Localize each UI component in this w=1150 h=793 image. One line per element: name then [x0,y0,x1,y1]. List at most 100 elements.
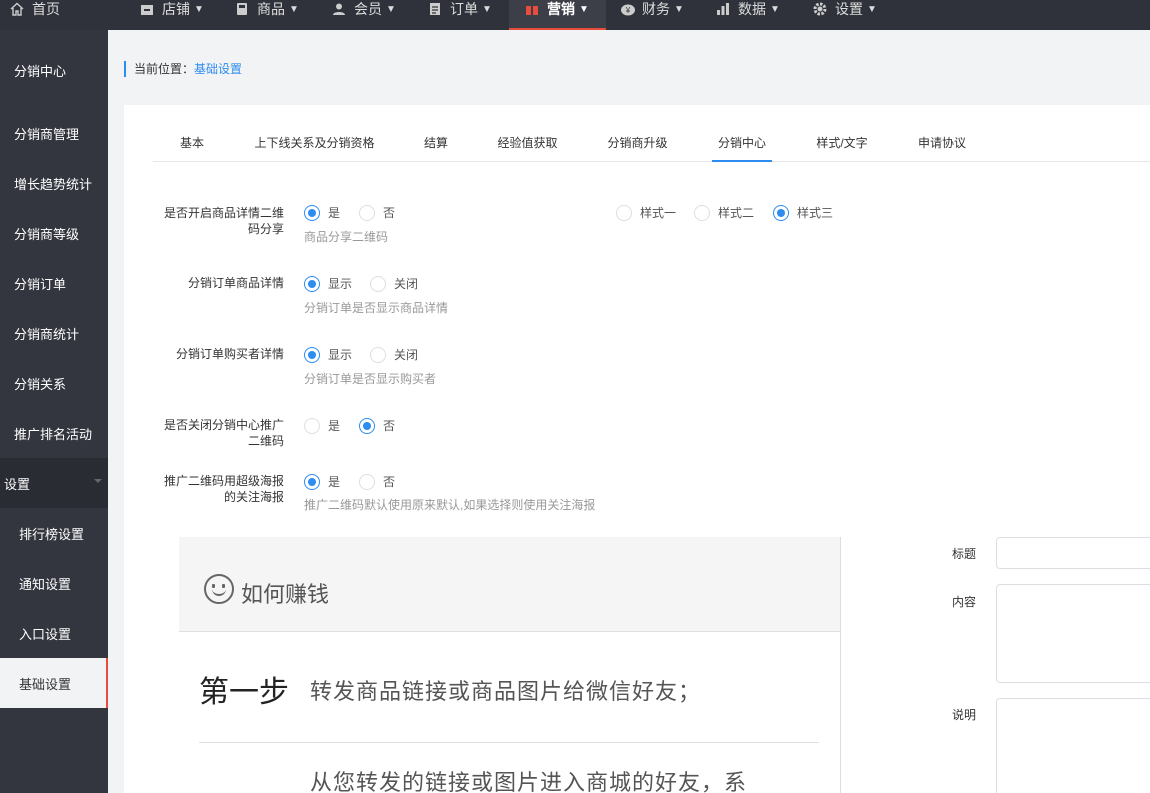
breadcrumb: 当前位置：基础设置 [124,61,242,77]
smile-icon [204,574,234,604]
breadcrumb-current[interactable]: 基础设置 [194,62,242,76]
tab-settlement[interactable]: 结算 [421,132,451,162]
gear-icon [813,2,827,16]
setting-label-order-buyer-detail: 分销订单购买者详情 [175,347,284,361]
sidebar-item-label: 增长趋势统计 [14,176,93,192]
chart-icon [716,2,730,16]
radio-super-poster-no[interactable]: 否 [359,473,395,490]
breadcrumb-prefix: 当前位置： [134,62,195,76]
form-desc-label: 说明 [952,708,977,722]
sidebar-group-label: 设置 [4,476,31,492]
sidebar-item-distribution-center[interactable]: 分销中心 [0,45,108,95]
goods-icon [235,2,249,16]
sidebar-item-ranking-settings[interactable]: 排行榜设置 [0,508,108,558]
tab-style-text[interactable]: 样式/文字 [812,132,872,162]
preview-step1-text: 转发商品链接或商品图片给微信好友； [310,679,702,704]
shop-icon [140,2,154,16]
tab-apply-agreement[interactable]: 申请协议 [916,132,968,162]
tab-distributor-upgrade[interactable]: 分销商升级 [605,132,670,162]
preview-divider [199,742,819,743]
chevron-down-icon: ▼ [194,3,204,15]
preview-step-label: 第一步 [199,676,289,709]
sidebar-item-distribution-orders[interactable]: 分销订单 [0,258,108,308]
nav-label: 营销 [547,1,575,17]
sidebar-item-label: 分销关系 [14,376,67,392]
sidebar-item-label: 分销商管理 [14,126,80,142]
radio-qrcode-share-yes[interactable]: 是 [304,204,340,221]
radio-style-3[interactable]: 样式三 [773,204,833,221]
home-icon [10,2,24,16]
nav-label: 设置 [835,1,863,17]
form-content-textarea[interactable] [996,584,1150,683]
chevron-down-icon: ▼ [770,3,780,15]
sidebar-item-growth-stats[interactable]: 增长趋势统计 [0,158,108,208]
setting-label-close-promo-qrcode: 是否关闭分销中心推广 二维码 [163,418,284,448]
caret-down-icon [94,479,102,483]
radio-order-goods-close[interactable]: 关闭 [370,275,418,292]
nav-item-home[interactable]: 首页 [10,0,60,28]
nav-label: 订单 [450,1,478,17]
finance-icon: ¥ [620,2,635,16]
sidebar-item-distributor-stats[interactable]: 分销商统计 [0,308,108,358]
sidebar-item-label: 入口设置 [19,626,72,642]
tab-relation-qualification[interactable]: 上下线关系及分销资格 [252,132,377,162]
sidebar-item-notify-settings[interactable]: 通知设置 [0,558,108,608]
nav-item-shop[interactable]: 店铺 ▼ [140,0,204,28]
top-nav: 首页 店铺 ▼ 商品 ▼ 会员 ▼ 订单 ▼ 营销 ▼ ¥ 财务 ▼ 数据 ▼ … [0,0,1150,30]
nav-item-data[interactable]: 数据 ▼ [716,0,780,28]
radio-style-2[interactable]: 样式二 [694,204,754,221]
sidebar-item-label: 分销中心 [14,63,67,79]
radio-order-goods-show[interactable]: 显示 [304,275,352,292]
setting-label-qrcode-share: 是否开启商品详情二维 码分享 [163,206,284,236]
tab-distribution-center[interactable]: 分销中心 [712,132,772,162]
nav-label: 店铺 [162,1,190,17]
nav-label: 会员 [354,1,382,17]
radio-order-buyer-show[interactable]: 显示 [304,346,352,363]
setting-label-order-goods-detail: 分销订单商品详情 [187,276,284,290]
nav-item-member[interactable]: 会员 ▼ [332,0,396,28]
chevron-down-icon: ▼ [289,3,299,15]
nav-item-finance[interactable]: ¥ 财务 ▼ [620,0,684,28]
radio-close-promo-no[interactable]: 否 [359,417,395,434]
nav-item-goods[interactable]: 商品 ▼ [235,0,299,28]
radio-order-buyer-close[interactable]: 关闭 [370,346,418,363]
sidebar-item-promotion-ranking[interactable]: 推广排名活动 [0,408,108,458]
nav-item-order[interactable]: 订单 ▼ [428,0,492,28]
preview-header: 如何赚钱 [179,537,840,632]
chevron-down-icon: ▼ [674,3,684,15]
preview-step2-text: 从您转发的链接或图片进入商城的好友，系 [310,770,748,793]
form-title-input[interactable] [996,537,1150,569]
tab-basic[interactable]: 基本 [177,132,207,162]
setting-label-super-poster: 推广二维码用超级海报 的关注海报 [163,474,284,504]
form-title-label: 标题 [952,547,977,561]
sidebar-item-distributor-manage[interactable]: 分销商管理 [0,108,108,158]
sidebar-item-label: 分销商等级 [14,226,80,242]
hint-super-poster: 推广二维码默认使用原来默认,如果选择则使用关注海报 [304,498,596,512]
radio-qrcode-share-no[interactable]: 否 [359,204,395,221]
sidebar-item-basic-settings[interactable]: 基础设置 [0,658,108,708]
chevron-down-icon: ▼ [579,3,589,15]
nav-label: 商品 [257,1,285,17]
radio-style-1[interactable]: 样式一 [616,204,676,221]
radio-super-poster-yes[interactable]: 是 [304,473,340,490]
sidebar-item-distributor-level[interactable]: 分销商等级 [0,208,108,258]
tab-experience[interactable]: 经验值获取 [495,132,560,162]
sidebar-item-entry-settings[interactable]: 入口设置 [0,608,108,658]
nav-label: 财务 [642,1,670,17]
nav-item-settings[interactable]: 设置 ▼ [813,0,877,28]
chevron-down-icon: ▼ [386,3,396,15]
settings-panel: 基本 上下线关系及分销资格 结算 经验值获取 分销商升级 分销中心 样式/文字 … [124,105,1150,793]
sidebar-item-label: 排行榜设置 [19,526,85,542]
hint-order-goods-detail: 分销订单是否显示商品详情 [304,301,449,315]
sidebar-group-settings[interactable]: 设置 [0,458,108,508]
form-desc-textarea[interactable] [996,698,1150,793]
chevron-down-icon: ▼ [867,3,877,15]
hint-qrcode-share: 商品分享二维码 [304,230,389,244]
tab-bar: 基本 上下线关系及分销资格 结算 经验值获取 分销商升级 分销中心 样式/文字 … [153,132,1150,162]
member-icon [332,2,346,16]
nav-item-marketing[interactable]: 营销 ▼ [509,0,606,30]
radio-close-promo-yes[interactable]: 是 [304,417,340,434]
sidebar-item-distribution-relation[interactable]: 分销关系 [0,358,108,408]
order-icon [428,2,442,16]
chevron-down-icon: ▼ [482,3,492,15]
